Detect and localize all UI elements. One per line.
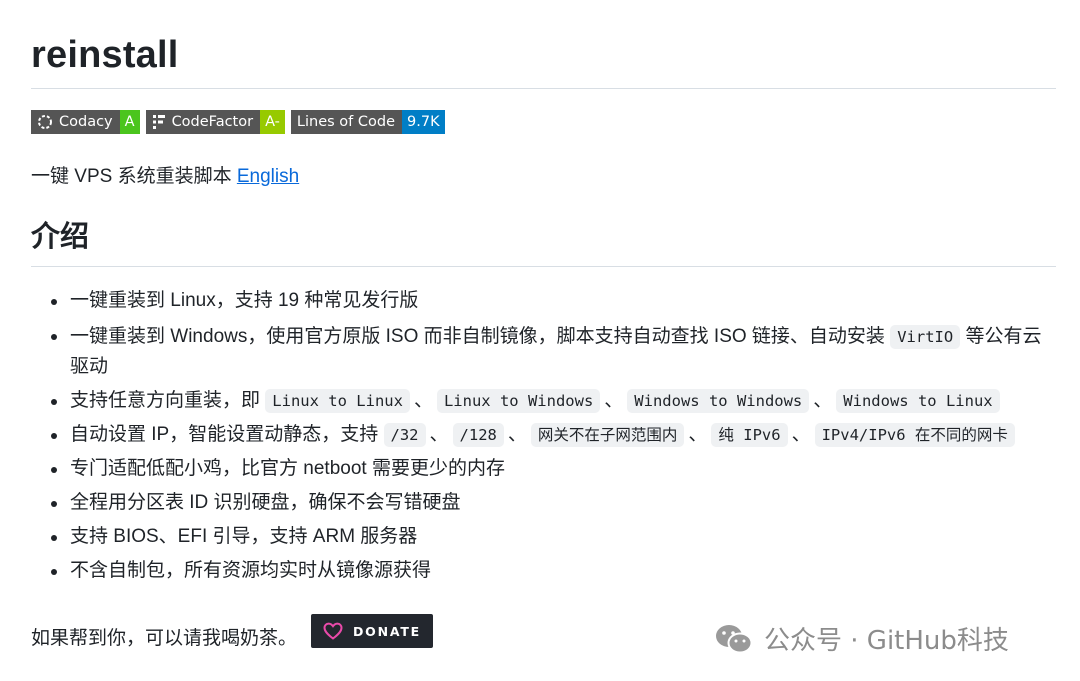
- code-chip: Windows to Windows: [627, 389, 810, 413]
- bullet: [51, 569, 57, 575]
- page-title: reinstall: [31, 0, 1056, 89]
- codefactor-icon: [152, 115, 165, 129]
- codacy-badge[interactable]: Codacy A: [31, 110, 140, 134]
- bullet: [51, 299, 57, 305]
- readme-content: reinstall Codacy A CodeFactor A- Lines o…: [31, 0, 1056, 588]
- codefactor-badge[interactable]: CodeFactor A-: [145, 110, 285, 134]
- lines-of-code-badge[interactable]: Lines of Code 9.7K: [290, 110, 445, 134]
- code-chip: /128: [452, 423, 504, 447]
- lead-text: 一键 VPS 系统重装脚本: [31, 166, 237, 187]
- section-heading-intro: 介绍: [31, 217, 1056, 267]
- list-item: 支持任意方向重装，即 Linux to Linux、 Linux to Windo…: [31, 384, 1056, 418]
- code-chip: 纯 IPv6: [711, 423, 788, 447]
- bullet: [51, 334, 57, 340]
- code-virtio: VirtIO: [890, 325, 961, 349]
- heart-icon: [323, 622, 343, 640]
- code-chip: 网关不在子网范围内: [530, 423, 685, 447]
- badge-value: 9.7K: [402, 110, 445, 134]
- list-item: 自动设置 IP，智能设置动静态，支持 /32、/128、网关不在子网范围内、纯 …: [31, 418, 1056, 452]
- badge-value: A-: [260, 110, 285, 134]
- badge-label: Lines of Code: [296, 114, 396, 130]
- list-item: 支持 BIOS、EFI 引导，支持 ARM 服务器: [31, 520, 1056, 554]
- lead-paragraph: 一键 VPS 系统重装脚本 English: [31, 164, 1056, 190]
- code-chip: Windows to Linux: [836, 389, 1000, 413]
- wechat-icon: [716, 624, 753, 653]
- readme-page: reinstall Codacy A CodeFactor A- Lines o…: [0, 0, 1080, 681]
- list-item: 一键重装到 Linux，支持 19 种常见发行版: [31, 284, 1056, 318]
- watermark: 公众号 · GitHub科技: [714, 620, 1009, 657]
- list-item: 一键重装到 Windows，使用官方原版 ISO 而非自制镜像，脚本支持自动查找…: [31, 318, 1056, 384]
- donate-row: 如果帮到你，可以请我喝奶茶。 DONATE: [31, 610, 434, 652]
- donate-button[interactable]: DONATE: [311, 614, 434, 648]
- donate-label: DONATE: [352, 623, 422, 639]
- donate-text: 如果帮到你，可以请我喝奶茶。: [31, 628, 298, 649]
- badge-row: Codacy A CodeFactor A- Lines of Code 9.7…: [31, 110, 1056, 134]
- list-item: 不含自制包，所有资源均实时从镜像源获得: [31, 554, 1056, 588]
- watermark-text: 公众号 · GitHub科技: [764, 626, 1009, 656]
- list-item: 全程用分区表 ID 识别硬盘，确保不会写错硬盘: [31, 486, 1056, 520]
- feature-list: 一键重装到 Linux，支持 19 种常见发行版 一键重装到 Windows，使…: [31, 284, 1056, 588]
- badge-value: A: [119, 110, 140, 134]
- badge-label: Codacy: [59, 114, 113, 130]
- english-link[interactable]: English: [237, 166, 299, 187]
- code-chip: Linux to Windows: [436, 389, 601, 413]
- bullet: [51, 535, 57, 541]
- badge-label: CodeFactor: [171, 114, 254, 130]
- bullet: [51, 467, 57, 473]
- bullet: [51, 501, 57, 507]
- code-chip: /32: [383, 423, 426, 447]
- bullet: [51, 433, 57, 439]
- bullet: [51, 399, 57, 405]
- list-item: 专门适配低配小鸡，比官方 netboot 需要更少的内存: [31, 452, 1056, 486]
- code-chip: IPv4/IPv6 在不同的网卡: [814, 423, 1015, 447]
- code-chip: Linux to Linux: [265, 389, 410, 413]
- codacy-icon: [38, 115, 52, 129]
